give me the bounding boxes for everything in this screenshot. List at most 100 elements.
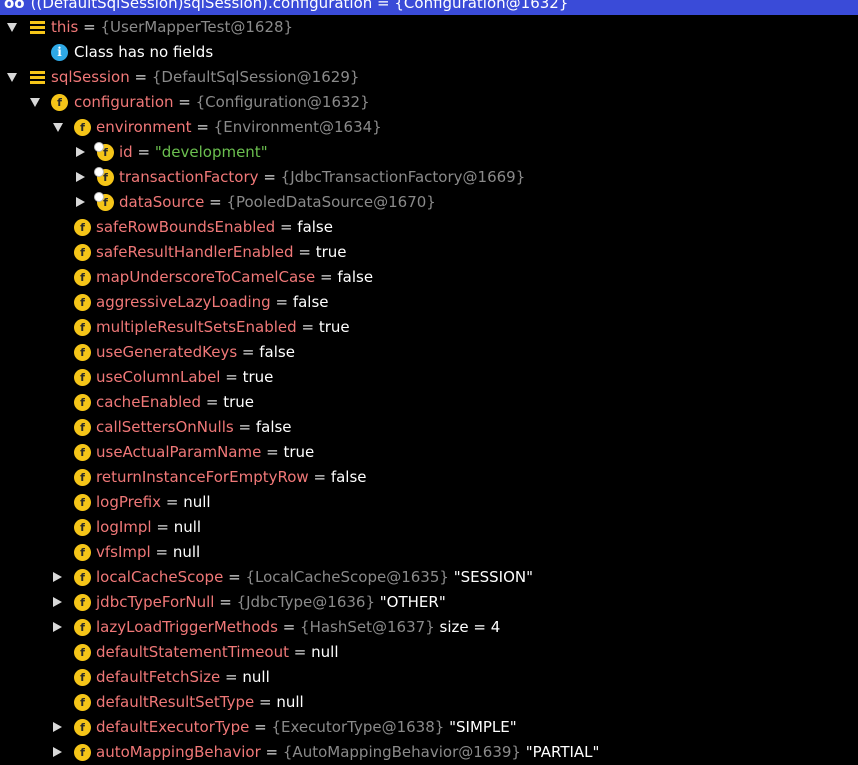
tree-row[interactable]: f id = "development" xyxy=(0,140,858,165)
variable-value: null xyxy=(242,668,270,686)
equals-sign: = xyxy=(134,68,148,86)
field-icon: f xyxy=(74,344,91,361)
object-reference: {HashSet@1637} xyxy=(300,618,435,636)
tree-row[interactable]: f callSettersOnNulls = false xyxy=(0,415,858,440)
collapse-arrow-icon[interactable] xyxy=(7,23,17,32)
tree-row[interactable]: f aggressiveLazyLoading = false xyxy=(0,290,858,315)
tree-row[interactable]: f useColumnLabel = true xyxy=(0,365,858,390)
variable-value: false xyxy=(297,218,333,236)
variable-name: defaultStatementTimeout xyxy=(96,643,289,661)
row-text: vfsImpl = null xyxy=(96,540,200,565)
tree-row[interactable]: this = {UserMapperTest@1628} xyxy=(0,15,858,40)
field-icon: f xyxy=(74,544,91,561)
tree-row[interactable]: i Class has no fields xyxy=(0,40,858,65)
equals-sign: = xyxy=(263,168,276,186)
tree-row[interactable]: f defaultStatementTimeout = null xyxy=(0,640,858,665)
equals-sign: = xyxy=(238,418,252,436)
equals-sign: = xyxy=(83,18,96,36)
field-icon: f xyxy=(74,719,91,736)
tree-row[interactable]: sqlSession = {DefaultSqlSession@1629} xyxy=(0,65,858,90)
tree-row[interactable]: f localCacheScope = {LocalCacheScope@1635… xyxy=(0,565,858,590)
field-icon: f xyxy=(74,319,91,336)
list-icon xyxy=(30,21,45,34)
field-icon: f xyxy=(74,294,91,311)
field-icon: f xyxy=(74,469,91,486)
equals-sign: = xyxy=(301,318,315,336)
variable-name: dataSource xyxy=(119,193,205,211)
tree-row[interactable]: f transactionFactory = {JdbcTransactionFa… xyxy=(0,165,858,190)
row-text: safeResultHandlerEnabled = true xyxy=(96,240,346,265)
variable-value: false xyxy=(259,343,295,361)
tree-row[interactable]: f logPrefix = null xyxy=(0,490,858,515)
variable-value: false xyxy=(337,268,374,286)
collapse-arrow-icon[interactable] xyxy=(7,73,17,82)
field-icon: f xyxy=(74,419,91,436)
tree-row[interactable]: f useGeneratedKeys = false xyxy=(0,340,858,365)
tree-row[interactable]: f logImpl = null xyxy=(0,515,858,540)
tree-row[interactable]: f multipleResultSetsEnabled = true xyxy=(0,315,858,340)
expand-arrow-icon[interactable] xyxy=(53,597,62,607)
tree-row[interactable]: f lazyLoadTriggerMethods = {HashSet@1637}… xyxy=(0,615,858,640)
expand-arrow-icon[interactable] xyxy=(53,722,62,732)
tree-row[interactable]: f autoMappingBehavior = {AutoMappingBehav… xyxy=(0,740,858,765)
row-text: defaultResultSetType = null xyxy=(96,690,304,715)
equals-sign: = xyxy=(241,343,255,361)
tree-row[interactable]: f useActualParamName = true xyxy=(0,440,858,465)
tree-row[interactable]: f defaultResultSetType = null xyxy=(0,690,858,715)
field-icon: f xyxy=(74,669,91,686)
tree-row[interactable]: f defaultExecutorType = {ExecutorType@163… xyxy=(0,715,858,740)
row-text: transactionFactory = {JdbcTransactionFac… xyxy=(119,165,525,190)
tree-row[interactable]: f dataSource = {PooledDataSource@1670} xyxy=(0,190,858,215)
object-reference: {Configuration@1632} xyxy=(195,93,370,111)
final-field-icon: f xyxy=(94,192,114,211)
row-text: logImpl = null xyxy=(96,515,201,540)
debug-expression-header: oo ((DefaultSqlSession)sqlSession).config… xyxy=(0,0,858,15)
tree-row[interactable]: f defaultFetchSize = null xyxy=(0,665,858,690)
variable-value: null xyxy=(183,493,211,511)
expand-arrow-icon[interactable] xyxy=(76,147,85,157)
tree-row[interactable]: f returnInstanceForEmptyRow = false xyxy=(0,465,858,490)
expand-arrow-icon[interactable] xyxy=(53,572,62,582)
row-text: configuration = {Configuration@1632} xyxy=(74,90,370,115)
equals-sign: = xyxy=(178,93,191,111)
variable-name: aggressiveLazyLoading xyxy=(96,293,271,311)
collapse-arrow-icon[interactable] xyxy=(30,98,40,107)
expand-arrow-icon[interactable] xyxy=(76,197,85,207)
variable-name: sqlSession xyxy=(51,68,130,86)
tree-row[interactable]: f cacheEnabled = true xyxy=(0,390,858,415)
tree-row[interactable]: f environment = {Environment@1634} xyxy=(0,115,858,140)
variable-name: returnInstanceForEmptyRow xyxy=(96,468,309,486)
variable-name: defaultFetchSize xyxy=(96,668,221,686)
variable-value: null xyxy=(276,693,304,711)
tree-row[interactable]: f jdbcTypeForNull = {JdbcType@1636} "OTHE… xyxy=(0,590,858,615)
field-icon: f xyxy=(74,569,91,586)
equals-sign: = xyxy=(259,693,272,711)
collapse-arrow-icon[interactable] xyxy=(53,123,63,132)
expand-arrow-icon[interactable] xyxy=(53,747,62,757)
expand-arrow-icon[interactable] xyxy=(76,172,85,182)
field-icon: f xyxy=(74,244,91,261)
tree-row[interactable]: f mapUnderscoreToCamelCase = false xyxy=(0,265,858,290)
field-icon: f xyxy=(74,619,91,636)
expand-arrow-icon[interactable] xyxy=(53,622,62,632)
row-text: lazyLoadTriggerMethods = {HashSet@1637} … xyxy=(96,615,500,640)
object-reference: {ExecutorType@1638} xyxy=(271,718,445,736)
equals-sign: = xyxy=(298,243,311,261)
row-text: useGeneratedKeys = false xyxy=(96,340,295,365)
variable-value: true xyxy=(242,368,274,386)
row-text: returnInstanceForEmptyRow = false xyxy=(96,465,367,490)
tree-row[interactable]: f vfsImpl = null xyxy=(0,540,858,565)
variable-name: cacheEnabled xyxy=(96,393,202,411)
field-icon: f xyxy=(74,269,91,286)
equals-sign: = xyxy=(209,193,222,211)
variable-name: jdbcTypeForNull xyxy=(96,593,215,611)
field-icon: f xyxy=(74,369,91,386)
variable-name: defaultExecutorType xyxy=(96,718,250,736)
object-reference: {PooledDataSource@1670} xyxy=(226,193,436,211)
row-text: jdbcTypeForNull = {JdbcType@1636} "OTHER… xyxy=(96,590,446,615)
variable-value: null xyxy=(311,643,339,661)
tree-row[interactable]: f safeResultHandlerEnabled = true xyxy=(0,240,858,265)
tree-row[interactable]: f safeRowBoundsEnabled = false xyxy=(0,215,858,240)
row-text: environment = {Environment@1634} xyxy=(96,115,382,140)
tree-row[interactable]: f configuration = {Configuration@1632} xyxy=(0,90,858,115)
